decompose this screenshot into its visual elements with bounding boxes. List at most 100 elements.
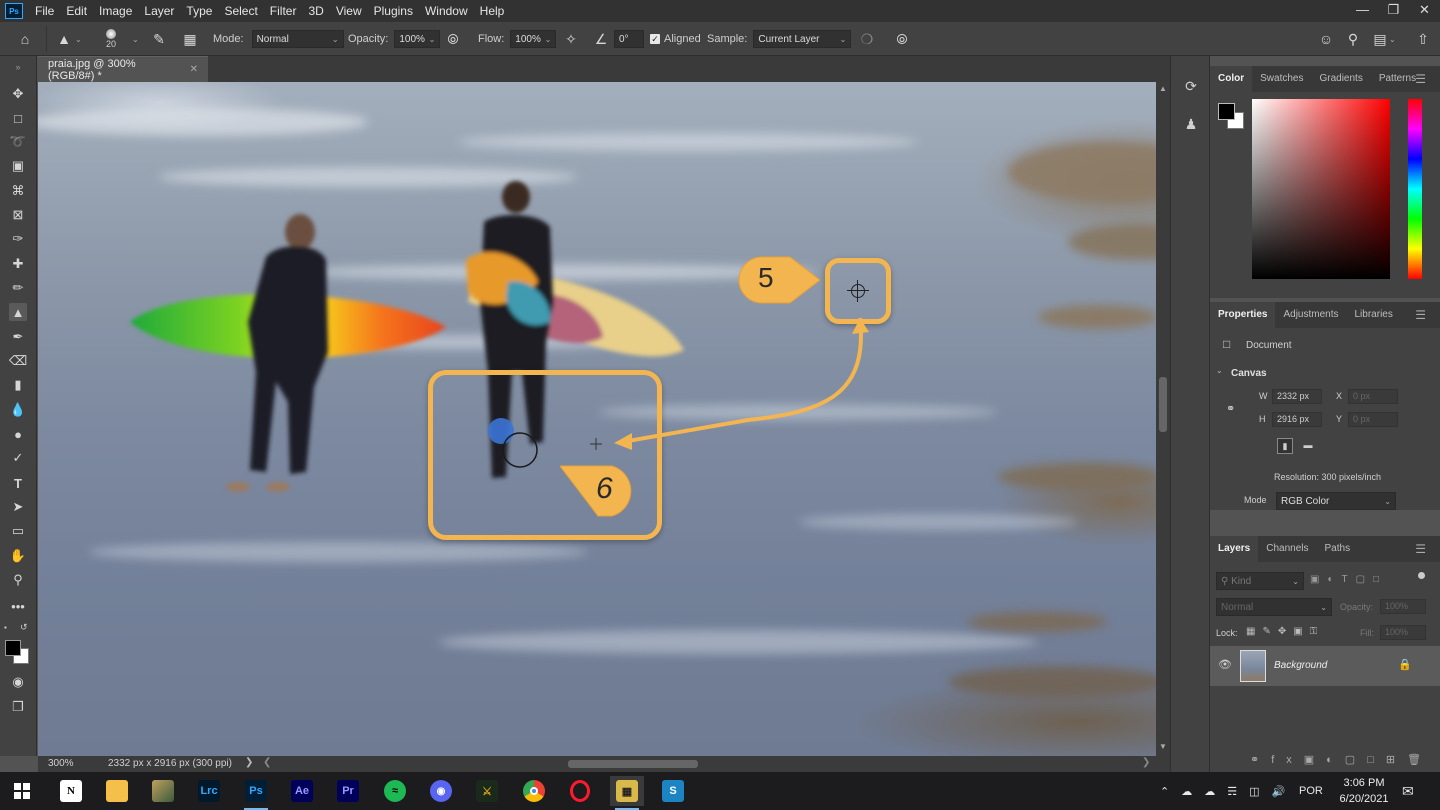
tab-gradients[interactable]: Gradients xyxy=(1311,66,1370,92)
width-field[interactable]: 2332 px xyxy=(1272,389,1322,404)
swap-colors-icon[interactable]: ↺ xyxy=(20,622,28,633)
home-icon[interactable]: ⌂ xyxy=(16,30,34,48)
windows-start-icon[interactable] xyxy=(5,776,39,806)
clone-source-panel-icon[interactable]: ♟ xyxy=(1181,116,1201,136)
menu-help[interactable]: Help xyxy=(474,0,511,22)
history-panel-icon[interactable]: ⟳ xyxy=(1181,78,1201,98)
menu-plugins[interactable]: Plugins xyxy=(368,0,419,22)
files-folder-icon[interactable] xyxy=(100,776,134,806)
workspace-icon[interactable]: ▤ xyxy=(1371,30,1389,48)
scroll-right-icon[interactable]: ❯ xyxy=(1142,757,1150,768)
scroll-down-icon[interactable]: ▼ xyxy=(1159,742,1167,751)
menu-file[interactable]: File xyxy=(29,0,60,22)
lightroom-app-icon[interactable]: Lrc xyxy=(192,776,226,806)
menu-image[interactable]: Image xyxy=(93,0,138,22)
layers-menu-icon[interactable]: ☰ xyxy=(1407,536,1434,562)
document-canvas[interactable]: 5 6 xyxy=(38,82,1156,756)
more-tools-icon[interactable]: ••• xyxy=(9,597,27,615)
color-panel-menu-icon[interactable]: ☰ xyxy=(1407,66,1434,92)
minimize-icon[interactable]: — xyxy=(1347,0,1378,22)
properties-menu-icon[interactable]: ☰ xyxy=(1407,302,1434,328)
clone-stamp-tool-icon[interactable]: ▲ xyxy=(9,303,27,321)
menu-edit[interactable]: Edit xyxy=(60,0,93,22)
close-icon[interactable]: ✕ xyxy=(1409,0,1440,22)
scroll-left-icon[interactable]: ❮ xyxy=(263,757,271,768)
type-tool-icon[interactable]: T xyxy=(9,474,27,492)
eraser-tool-icon[interactable]: ⌫ xyxy=(9,352,27,370)
premiere-app-icon[interactable]: Pr xyxy=(331,776,365,806)
link-dimensions-icon[interactable]: ⚭ xyxy=(1226,402,1235,415)
frame-tool-icon[interactable]: ⊠ xyxy=(9,206,27,224)
menu-window[interactable]: Window xyxy=(419,0,474,22)
game-icon[interactable]: ⚔ xyxy=(470,776,504,806)
system-tray-icons[interactable]: ⌃☁☁☴◫🔊 xyxy=(1160,772,1297,810)
share-icon[interactable]: ⇧ xyxy=(1414,30,1432,48)
canvas-collapse-icon[interactable]: ⌄ xyxy=(1216,366,1223,375)
filter-toggle-icon[interactable] xyxy=(1418,572,1425,579)
rectangle-tool-icon[interactable]: ▭ xyxy=(9,522,27,540)
photoshop-app-icon[interactable]: Ps xyxy=(239,776,273,810)
aligned-checkbox[interactable]: ✓ Aligned xyxy=(650,22,701,56)
layer-filter-select[interactable]: ⚲ Kind ⌄ xyxy=(1216,572,1304,590)
pressure-size-icon[interactable]: ⦾ xyxy=(893,30,911,48)
landscape-orientation-icon[interactable]: ▬ xyxy=(1300,438,1316,454)
fill-field[interactable]: 100% xyxy=(1380,625,1426,640)
menu-3d[interactable]: 3D xyxy=(302,0,329,22)
tab-properties[interactable]: Properties xyxy=(1210,302,1276,328)
default-colors-icon[interactable]: ▪ xyxy=(4,623,12,632)
y-field[interactable]: 0 px xyxy=(1348,412,1398,427)
panel-foreground-swatch[interactable] xyxy=(1218,103,1235,120)
menu-filter[interactable]: Filter xyxy=(264,0,303,22)
blend-mode-select[interactable]: Normal ⌄ xyxy=(1216,598,1332,616)
layer-footer-icons[interactable]: ⚭fx▣◐▢□⊞🗑 xyxy=(1250,753,1433,766)
close-tab-icon[interactable]: ✕ xyxy=(190,64,198,75)
menu-type[interactable]: Type xyxy=(180,0,218,22)
history-brush-tool-icon[interactable]: ✒ xyxy=(9,328,27,346)
tab-paths[interactable]: Paths xyxy=(1317,536,1359,562)
language-indicator[interactable]: POR xyxy=(1299,772,1323,810)
opacity-field[interactable]: 100% ⌄ xyxy=(394,30,441,48)
hand-tool-icon[interactable]: ✋ xyxy=(9,547,27,565)
vertical-scrollbar[interactable]: ▲ ▼ xyxy=(1156,82,1170,756)
menu-view[interactable]: View xyxy=(330,0,368,22)
path-selection-tool-icon[interactable]: ➤ xyxy=(9,498,27,516)
discord-icon[interactable]: ◉ xyxy=(424,776,458,806)
ignore-adjustment-layers-icon[interactable]: ❍ xyxy=(858,30,876,48)
status-more-icon[interactable]: ❯ xyxy=(245,757,253,768)
brush-tool-icon[interactable]: ✏ xyxy=(9,279,27,297)
screen-mode-icon[interactable]: ❐ xyxy=(9,698,27,716)
portrait-orientation-icon[interactable]: ▮ xyxy=(1277,438,1293,454)
angle-field[interactable]: 0° xyxy=(614,30,644,48)
blur-tool-icon[interactable]: 💧 xyxy=(9,401,27,419)
healing-brush-tool-icon[interactable]: ✚ xyxy=(9,255,27,273)
brush-dropdown-icon[interactable]: ⌄ xyxy=(132,35,139,44)
menu-select[interactable]: Select xyxy=(218,0,263,22)
document-tab[interactable]: praia.jpg @ 300% (RGB/8#) * ✕ xyxy=(38,56,208,82)
zoom-level[interactable]: 300% xyxy=(48,758,74,769)
height-field[interactable]: 2916 px xyxy=(1272,412,1322,427)
workspace-dropdown-icon[interactable]: ⌄ xyxy=(1389,35,1396,44)
tab-adjustments[interactable]: Adjustments xyxy=(1275,302,1346,328)
zoom-tool-icon[interactable]: ⚲ xyxy=(9,571,27,589)
restore-icon[interactable]: ❐ xyxy=(1378,0,1409,22)
horizontal-scroll-thumb[interactable] xyxy=(568,760,698,768)
share-user-icon[interactable]: ☺ xyxy=(1317,30,1335,48)
clock[interactable]: 3:06 PM 6/20/2021 xyxy=(1336,775,1392,807)
spotify-icon[interactable]: ≈ xyxy=(378,776,412,806)
notifications-icon[interactable]: ✉ xyxy=(1402,772,1414,810)
lock-icons[interactable]: ▦✎✥▣⚿ xyxy=(1246,626,1324,637)
tab-libraries[interactable]: Libraries xyxy=(1347,302,1401,328)
layer-name[interactable]: Background xyxy=(1274,660,1327,671)
after-effects-app-icon[interactable]: Ae xyxy=(285,776,319,806)
clone-source-icon[interactable]: ▦ xyxy=(181,30,199,48)
color-field[interactable] xyxy=(1252,99,1390,279)
marquee-tool-icon[interactable]: □ xyxy=(9,109,27,127)
scroll-up-icon[interactable]: ▲ xyxy=(1159,84,1167,93)
tool-preset-arrow-icon[interactable]: ⌄ xyxy=(75,35,82,44)
brush-settings-icon[interactable]: ✎ xyxy=(150,30,168,48)
tab-channels[interactable]: Channels xyxy=(1258,536,1316,562)
paint-bucket-tool-icon[interactable]: ▮ xyxy=(9,376,27,394)
quick-mask-icon[interactable]: ◉ xyxy=(9,673,27,691)
layer-row-background[interactable]: 👁 Background 🔒 xyxy=(1210,646,1440,686)
x-field[interactable]: 0 px xyxy=(1348,389,1398,404)
